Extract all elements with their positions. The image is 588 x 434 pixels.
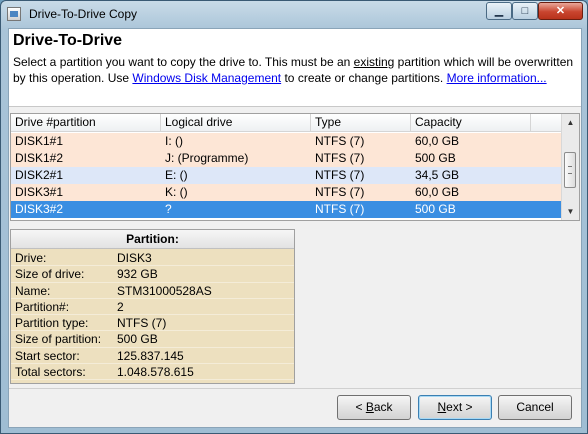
desc-text-3: to create or change partitions. bbox=[281, 71, 447, 85]
cancel-button[interactable]: Cancel bbox=[498, 395, 572, 420]
detail-row: Start sector: 125.837.145 bbox=[11, 348, 294, 365]
page-title: Drive-To-Drive bbox=[13, 32, 123, 49]
table-row[interactable]: DISK1#2 J: (Programme) NTFS (7) 500 GB bbox=[11, 150, 563, 167]
table-row-selected[interactable]: DISK3#2 ? NTFS (7) 500 GB bbox=[11, 201, 563, 218]
cell-capacity: 500 GB bbox=[415, 202, 456, 216]
footer-divider bbox=[9, 388, 581, 389]
cell-logical: I: () bbox=[165, 134, 183, 148]
cell-capacity: 34,5 GB bbox=[415, 168, 460, 182]
cell-logical: K: () bbox=[165, 185, 188, 199]
cell-type: NTFS (7) bbox=[315, 168, 365, 182]
desc-text-1: Select a partition you want to copy the … bbox=[13, 55, 354, 69]
detail-row: Drive: DISK3 bbox=[11, 250, 294, 267]
title-bar[interactable]: Drive-To-Drive Copy ▁ □ ✕ bbox=[1, 1, 587, 27]
detail-row: Total sectors: 1.048.578.615 bbox=[11, 364, 294, 381]
detail-value: NTFS (7) bbox=[117, 316, 167, 331]
detail-value: 932 GB bbox=[117, 267, 158, 282]
table-row[interactable]: DISK1#1 I: () NTFS (7) 60,0 GB bbox=[11, 133, 563, 150]
cell-drive: DISK1#2 bbox=[15, 151, 64, 165]
back-prefix: < bbox=[355, 400, 366, 414]
detail-value: 125.837.145 bbox=[117, 348, 184, 363]
detail-label: Size of partition: bbox=[15, 332, 102, 347]
cell-drive: DISK3#1 bbox=[15, 185, 64, 199]
cell-type: NTFS (7) bbox=[315, 134, 365, 148]
dialog-client: Drive-To-Drive Select a partition you wa… bbox=[8, 28, 582, 428]
detail-row: Name: STM31000528AS bbox=[11, 283, 294, 300]
detail-label: Partition#: bbox=[15, 299, 70, 314]
detail-value: DISK3 bbox=[117, 251, 152, 265]
detail-label: Total sectors: bbox=[15, 365, 86, 380]
scroll-down-icon[interactable]: ▼ bbox=[562, 203, 579, 220]
detail-value: 500 GB bbox=[117, 332, 158, 347]
detail-row: Size of partition: 500 GB bbox=[11, 331, 294, 349]
app-icon bbox=[7, 7, 21, 21]
more-information-link[interactable]: More information... bbox=[447, 71, 547, 85]
detail-label: Size of drive: bbox=[15, 267, 85, 282]
scroll-up-icon[interactable]: ▲ bbox=[562, 114, 579, 131]
column-header-logical-drive[interactable]: Logical drive bbox=[161, 114, 311, 131]
column-header-capacity[interactable]: Capacity bbox=[411, 114, 531, 131]
detail-label: Drive: bbox=[15, 251, 47, 265]
cell-capacity: 60,0 GB bbox=[415, 134, 460, 148]
detail-row: Partition#: 2 bbox=[11, 299, 294, 316]
dialog-window: Drive-To-Drive Copy ▁ □ ✕ Drive-To-Drive… bbox=[0, 0, 588, 434]
detail-value: STM31000528AS bbox=[117, 283, 212, 298]
partition-panel-title: Partition: bbox=[11, 230, 294, 249]
table-row[interactable]: DISK2#1 E: () NTFS (7) 34,5 GB bbox=[11, 167, 563, 184]
table-row[interactable]: DISK3#1 K: () NTFS (7) 60,0 GB bbox=[11, 184, 563, 201]
cell-type: NTFS (7) bbox=[315, 151, 365, 165]
next-button[interactable]: Next > bbox=[418, 395, 492, 420]
description: Select a partition you want to copy the … bbox=[13, 54, 579, 86]
detail-value: 2 bbox=[117, 299, 124, 314]
back-button[interactable]: < Back bbox=[337, 395, 411, 420]
column-header-type[interactable]: Type bbox=[311, 114, 411, 131]
cell-logical: ? bbox=[165, 202, 172, 216]
cell-type: NTFS (7) bbox=[315, 185, 365, 199]
next-label: ext > bbox=[446, 400, 473, 414]
disk-management-link[interactable]: Windows Disk Management bbox=[132, 71, 281, 85]
back-label: ack bbox=[373, 400, 393, 414]
minimize-button[interactable]: ▁ bbox=[486, 2, 512, 20]
partition-details-panel: Partition: Drive: DISK3 Size of drive: 932… bbox=[10, 229, 295, 384]
detail-label: Start sector: bbox=[15, 348, 80, 363]
vertical-scrollbar[interactable]: ▲ ▼ bbox=[561, 114, 579, 220]
detail-label: Partition type: bbox=[15, 316, 89, 331]
scroll-thumb[interactable] bbox=[564, 152, 576, 188]
cell-logical: J: (Programme) bbox=[165, 151, 249, 165]
detail-value: 1.048.578.615 bbox=[117, 365, 194, 380]
maximize-button[interactable]: □ bbox=[512, 2, 538, 20]
next-accelerator: N bbox=[437, 400, 447, 414]
column-header-drive[interactable]: Drive #partition bbox=[11, 114, 161, 131]
partition-list[interactable]: Drive #partition Logical drive Type Capa… bbox=[10, 113, 580, 221]
cell-logical: E: () bbox=[165, 168, 188, 182]
cell-drive: DISK1#1 bbox=[15, 134, 64, 148]
cell-drive: DISK2#1 bbox=[15, 168, 64, 182]
cell-type: NTFS (7) bbox=[315, 202, 365, 216]
list-rows: DISK1#1 I: () NTFS (7) 60,0 GB DISK1#2 J… bbox=[11, 133, 563, 218]
partition-details: Drive: DISK3 Size of drive: 932 GB Name: ST… bbox=[11, 250, 294, 381]
back-accelerator: B bbox=[365, 400, 374, 414]
cell-capacity: 500 GB bbox=[415, 151, 456, 165]
cell-drive: DISK3#2 bbox=[15, 202, 64, 216]
detail-row: Partition type: NTFS (7) bbox=[11, 315, 294, 332]
detail-row: Size of drive: 932 GB bbox=[11, 266, 294, 283]
cell-capacity: 60,0 GB bbox=[415, 185, 460, 199]
header-panel: Drive-To-Drive Select a partition you wa… bbox=[9, 29, 581, 107]
detail-label: Name: bbox=[15, 283, 51, 298]
close-button[interactable]: ✕ bbox=[538, 2, 583, 20]
list-header: Drive #partition Logical drive Type Capa… bbox=[11, 114, 563, 132]
desc-emphasis: existing bbox=[353, 55, 395, 69]
window-title: Drive-To-Drive Copy bbox=[29, 7, 138, 21]
